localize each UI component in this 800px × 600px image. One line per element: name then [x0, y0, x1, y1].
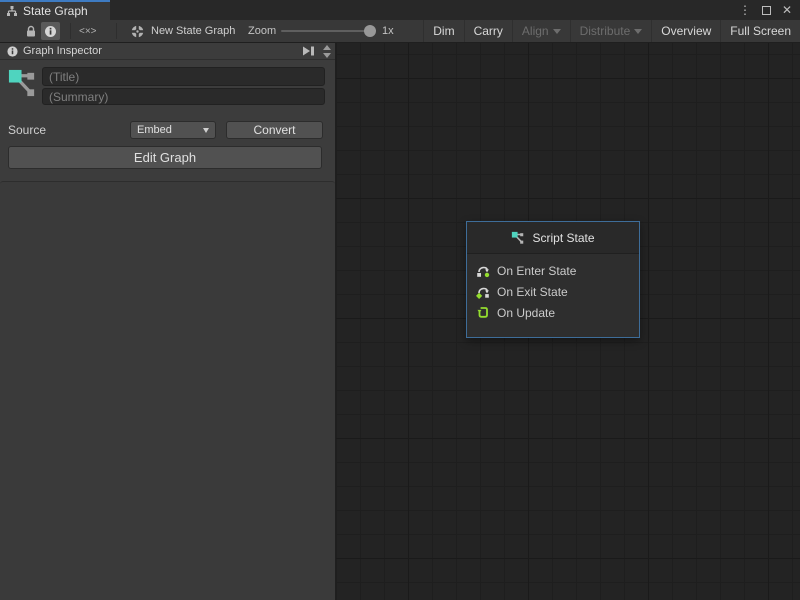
graph-toolbar: <×> New State Graph Zoom 1x Dim [0, 20, 800, 43]
source-dropdown[interactable]: Embed [130, 121, 216, 139]
edit-graph-button[interactable]: Edit Graph [8, 146, 322, 169]
distribute-dropdown[interactable]: Distribute [570, 20, 652, 42]
inspector-empty-area [0, 181, 335, 600]
new-state-graph-button[interactable]: New State Graph [131, 20, 235, 42]
source-label: Source [8, 123, 130, 137]
on-enter-state-icon [476, 263, 490, 278]
state-graph-icon [511, 231, 525, 245]
graph-inspector-title: Graph Inspector [23, 45, 102, 57]
state-graph-icon [7, 68, 38, 99]
script-state-node-body: On Enter State On Exit State [467, 254, 639, 323]
node-event-row: On Update [476, 302, 639, 323]
graph-meta-fields [0, 60, 335, 113]
expand-panel-icon[interactable] [301, 45, 316, 57]
graph-canvas[interactable]: Script State On Enter State [336, 43, 800, 600]
maximize-icon[interactable] [762, 6, 771, 15]
scroll-down-icon[interactable] [323, 53, 331, 58]
state-graph-window: State Graph ⋮ ✕ <×> [0, 0, 800, 600]
on-exit-state-icon [476, 284, 490, 299]
chevron-down-icon [203, 128, 209, 133]
zoom-label: Zoom [248, 20, 276, 42]
panel-menu-icon[interactable]: ⋮ [739, 0, 751, 20]
graph-title-input[interactable] [42, 67, 325, 86]
node-event-label: On Enter State [497, 264, 576, 278]
zoom-slider-handle[interactable] [364, 25, 376, 37]
graph-tab-icon [6, 5, 18, 17]
toolbar-right-group: Dim Carry Align Distribute Overview Full… [423, 20, 800, 42]
dim-button[interactable]: Dim [423, 20, 463, 42]
node-event-label: On Update [497, 306, 555, 320]
script-state-node-header[interactable]: Script State [467, 222, 639, 254]
zoom-slider-track[interactable] [281, 30, 373, 32]
panel-scroll-spinner[interactable] [321, 45, 333, 58]
lock-icon [25, 25, 37, 38]
info-icon [7, 46, 18, 57]
carry-button[interactable]: Carry [464, 20, 512, 42]
overview-button[interactable]: Overview [651, 20, 720, 42]
node-event-row: On Enter State [476, 260, 639, 281]
tab-state-graph[interactable]: State Graph [0, 0, 110, 20]
zoom-value: 1x [382, 20, 394, 42]
source-row: Source Embed Convert [0, 113, 335, 139]
lock-button[interactable] [25, 20, 37, 42]
tab-label: State Graph [23, 4, 88, 18]
inspector-toggle-button[interactable] [41, 22, 60, 40]
info-icon [44, 25, 57, 38]
close-icon[interactable]: ✕ [782, 0, 792, 20]
align-dropdown[interactable]: Align [512, 20, 570, 42]
node-event-label: On Exit State [497, 285, 568, 299]
toolbar-separator [116, 23, 117, 39]
window-content: Graph Inspector [0, 43, 800, 600]
convert-button[interactable]: Convert [226, 121, 323, 139]
code-view-icon: <×> [79, 26, 97, 37]
on-update-icon [476, 305, 490, 320]
toolbar-separator [70, 23, 71, 39]
scroll-up-icon[interactable] [323, 45, 331, 50]
chevron-down-icon [553, 29, 561, 34]
node-event-row: On Exit State [476, 281, 639, 302]
script-state-node[interactable]: Script State On Enter State [466, 221, 640, 338]
new-state-graph-label: New State Graph [151, 25, 235, 37]
fullscreen-button[interactable]: Full Screen [720, 20, 800, 42]
graph-inspector-header: Graph Inspector [0, 43, 335, 60]
chevron-down-icon [634, 29, 642, 34]
titlebar: State Graph ⋮ ✕ [0, 0, 800, 20]
bolt-graph-icon [131, 25, 144, 38]
source-dropdown-value: Embed [137, 124, 172, 136]
code-view-button[interactable]: <×> [79, 20, 97, 42]
graph-summary-input[interactable] [42, 88, 325, 105]
window-controls: ⋮ ✕ [739, 0, 800, 20]
graph-inspector-panel: Graph Inspector [0, 43, 336, 600]
node-title: Script State [532, 231, 594, 245]
